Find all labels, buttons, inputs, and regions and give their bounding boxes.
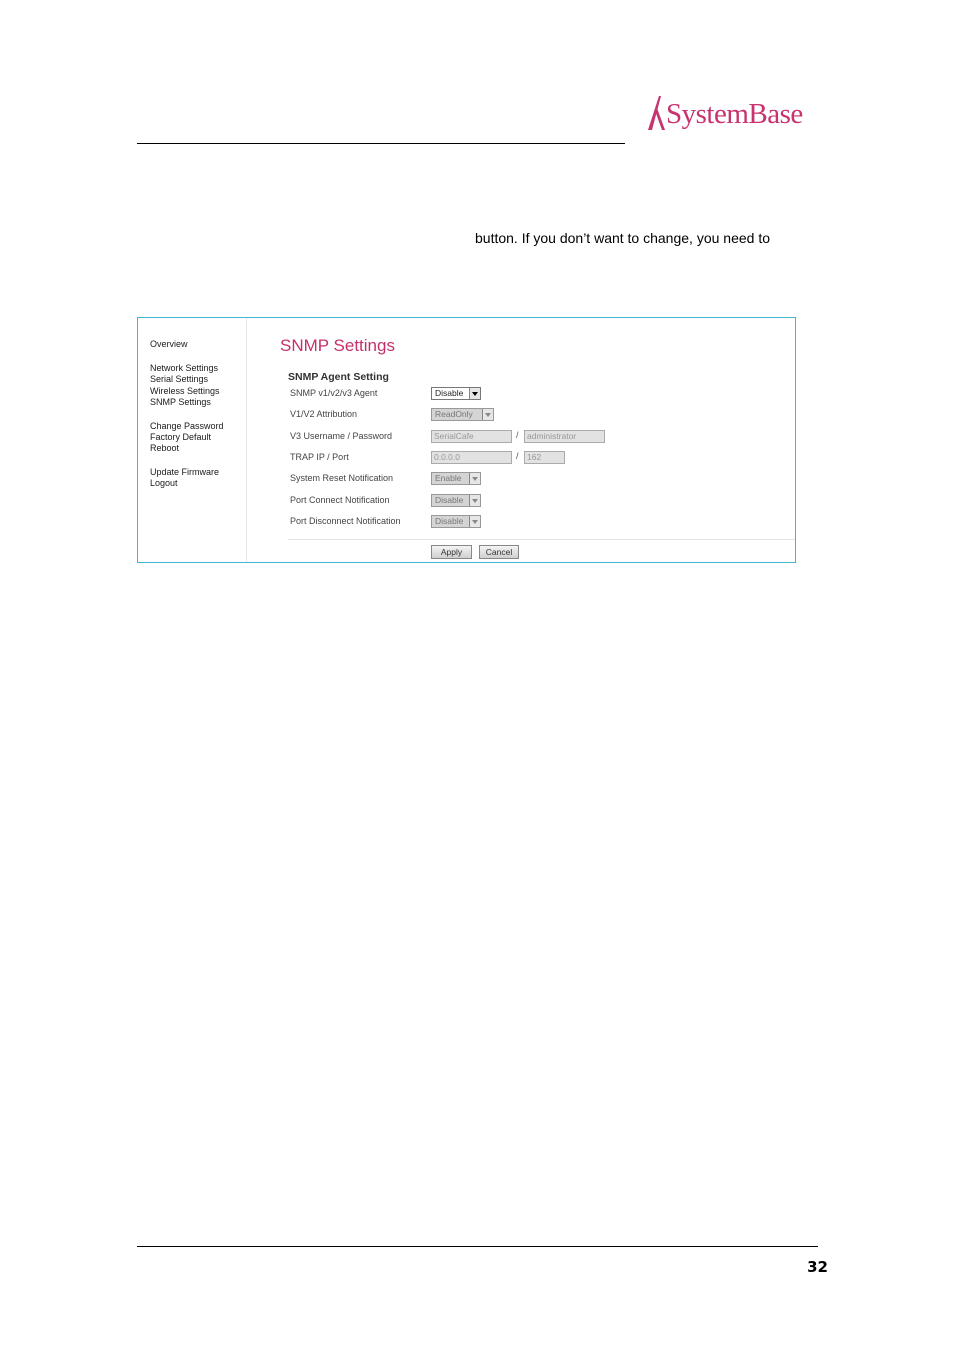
v3-credentials-label: V3 Username / Password [290, 431, 393, 441]
trap-separator: / [516, 451, 519, 461]
brand-name: SystemBase [666, 98, 803, 130]
chevron-down-icon [482, 409, 493, 420]
footer-rule [137, 1246, 818, 1247]
reset-notification-select[interactable]: Enable [431, 472, 481, 485]
sidebar-menu: Overview Network Settings Serial Setting… [138, 318, 247, 562]
v3-username-input[interactable]: SerialCafe [431, 430, 512, 443]
menu-item-network-settings[interactable]: Network Settings [150, 363, 218, 374]
body-text: button. If you don’t want to change, you… [475, 230, 770, 246]
connect-notification-label: Port Connect Notification [290, 495, 390, 505]
agent-select[interactable]: Disable [431, 387, 481, 400]
cancel-button[interactable]: Cancel [479, 545, 519, 559]
form-divider [288, 539, 795, 540]
attribution-label: V1/V2 Attribution [290, 409, 358, 419]
page-title: SNMP Settings [280, 336, 395, 355]
disconnect-notification-select[interactable]: Disable [431, 515, 481, 528]
trap-label: TRAP IP / Port [290, 452, 349, 462]
header-rule [137, 143, 625, 144]
systembase-logo: SystemBase [646, 88, 803, 132]
agent-select-value: Disable [435, 388, 464, 398]
trap-port-input[interactable]: 162 [524, 451, 565, 464]
connect-notification-value: Disable [435, 495, 464, 505]
menu-item-logout[interactable]: Logout [150, 478, 178, 489]
apply-button[interactable]: Apply [431, 545, 472, 559]
section-heading: SNMP Agent Setting [288, 371, 389, 383]
agent-label: SNMP v1/v2/v3 Agent [290, 388, 378, 398]
systembase-logo-mark-icon [648, 96, 665, 130]
chevron-down-icon [469, 473, 480, 484]
menu-item-update-firmware[interactable]: Update Firmware [150, 467, 219, 478]
menu-item-change-password[interactable]: Change Password [150, 421, 224, 432]
reset-notification-value: Enable [435, 473, 462, 483]
menu-item-snmp-settings[interactable]: SNMP Settings [150, 397, 211, 408]
disconnect-notification-label: Port Disconnect Notification [290, 516, 401, 526]
menu-item-overview[interactable]: Overview [150, 339, 188, 350]
chevron-down-icon [469, 516, 480, 527]
chevron-down-icon [469, 388, 480, 399]
attribution-select[interactable]: ReadOnly [431, 408, 494, 421]
attribution-select-value: ReadOnly [435, 409, 473, 419]
trap-ip-input[interactable]: 0.0.0.0 [431, 451, 512, 464]
v3-separator: / [516, 430, 519, 440]
page-number: 32 [807, 1258, 828, 1276]
menu-item-factory-default[interactable]: Factory Default [150, 432, 211, 443]
menu-item-wireless-settings[interactable]: Wireless Settings [150, 386, 220, 397]
snmp-settings-screenshot: Overview Network Settings Serial Setting… [137, 317, 796, 563]
chevron-down-icon [469, 495, 480, 506]
menu-item-reboot[interactable]: Reboot [150, 443, 179, 454]
disconnect-notification-value: Disable [435, 516, 464, 526]
reset-notification-label: System Reset Notification [290, 473, 394, 483]
v3-password-input[interactable]: administrator [524, 430, 605, 443]
menu-item-serial-settings[interactable]: Serial Settings [150, 374, 208, 385]
connect-notification-select[interactable]: Disable [431, 494, 481, 507]
